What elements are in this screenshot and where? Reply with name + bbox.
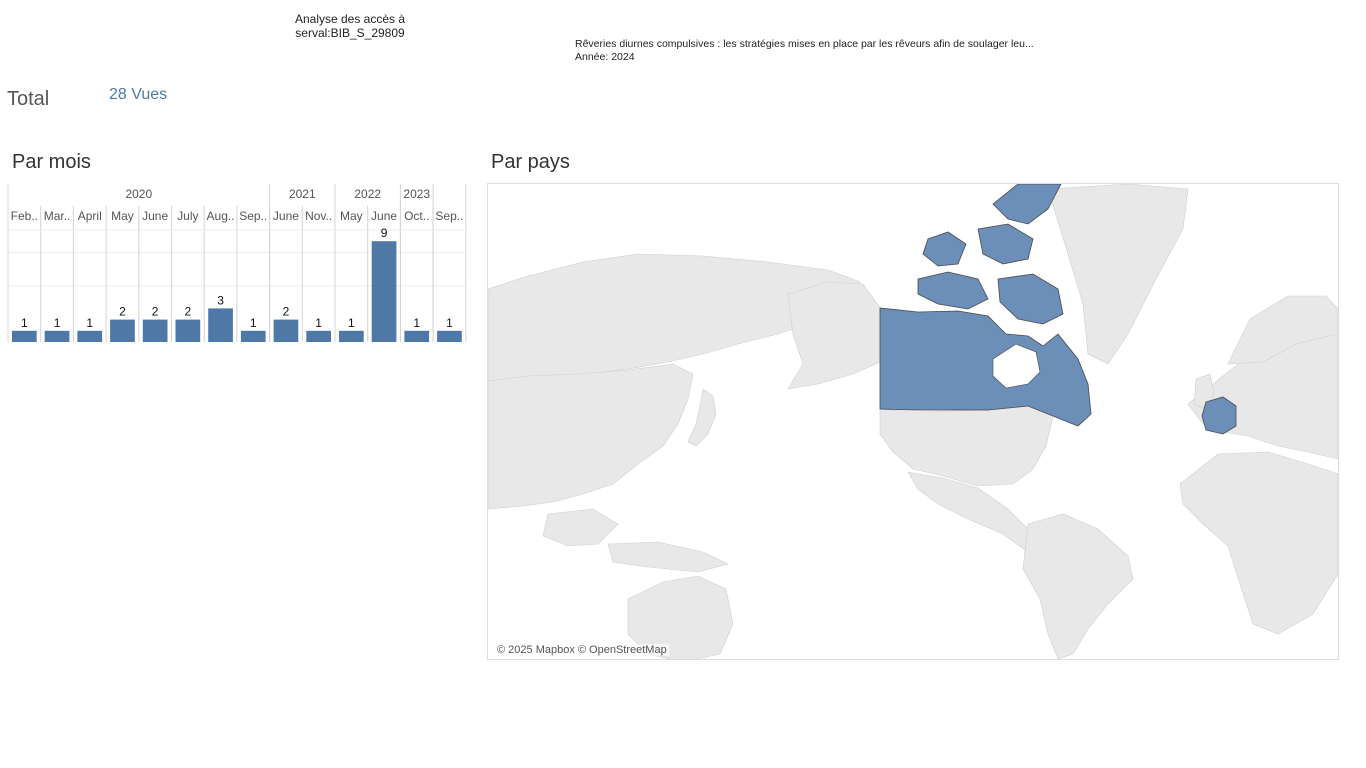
monthly-bar-chart[interactable]: 2020 2021 2022 2023 Feb.. 1 Mar.. 1 April 1 May 2 Ju…	[0, 180, 470, 350]
month-label: Oct..	[404, 209, 429, 223]
bar[interactable]	[44, 330, 70, 342]
country-section-title: Par pays	[491, 151, 570, 173]
bar[interactable]	[339, 330, 364, 342]
country-france[interactable]	[1201, 396, 1237, 435]
bar[interactable]	[371, 241, 397, 342]
month-label: July	[177, 209, 198, 223]
year-label: 2021	[289, 187, 316, 201]
year-label: 2022	[354, 187, 381, 201]
bar-value-label: 1	[413, 316, 420, 330]
month-label: Sep..	[435, 209, 463, 223]
bar-value-label: 1	[21, 316, 28, 330]
report-title-line2: serval:BIB_S_29809	[295, 26, 405, 40]
bar-value-label: 1	[86, 316, 93, 330]
bar[interactable]	[240, 330, 266, 342]
bar-value-label: 1	[315, 316, 322, 330]
bar[interactable]	[404, 330, 430, 342]
month-label: June	[142, 209, 168, 223]
bar[interactable]	[306, 330, 331, 342]
bar-value-label: 9	[381, 226, 388, 240]
month-label: June	[273, 209, 299, 223]
country-map[interactable]: © 2025 Mapbox © OpenStreetMap	[487, 183, 1339, 660]
bar-value-label: 2	[152, 305, 159, 319]
bar[interactable]	[110, 319, 135, 342]
bar[interactable]	[12, 330, 37, 342]
report-title-line1: Analyse des accès à	[294, 12, 406, 26]
year-label: 2023	[403, 187, 430, 201]
bar-value-label: 1	[54, 316, 61, 330]
month-label: Mar..	[44, 209, 71, 223]
bar[interactable]	[175, 319, 201, 342]
month-label: Aug..	[207, 209, 235, 223]
monthly-section-title: Par mois	[12, 151, 91, 173]
report-title: Analyse des accès à serval:BIB_S_29809	[270, 12, 430, 40]
month-label: Nov..	[305, 209, 332, 223]
bar[interactable]	[273, 319, 299, 342]
month-label: May	[111, 209, 134, 223]
bar-value-label: 1	[446, 316, 453, 330]
bar-value-label: 3	[217, 293, 224, 307]
bar[interactable]	[208, 308, 233, 342]
total-views-value: 28 Vues	[109, 86, 168, 103]
bar-value-label: 1	[348, 316, 355, 330]
month-label: Feb..	[11, 209, 38, 223]
month-label: May	[340, 209, 363, 223]
bar[interactable]	[77, 330, 103, 342]
total-label: Total	[7, 88, 50, 110]
month-label: June	[371, 209, 397, 223]
document-year: Année: 2024	[575, 51, 635, 63]
bar-value-label: 1	[250, 316, 257, 330]
bar[interactable]	[142, 319, 168, 342]
document-info: Rêveries diurnes compulsives : les strat…	[575, 38, 1034, 64]
bar[interactable]	[437, 330, 462, 342]
year-label: 2020	[125, 187, 152, 201]
bar-value-label: 2	[119, 305, 126, 319]
map-attribution[interactable]: © 2025 Mapbox © OpenStreetMap	[495, 644, 669, 656]
month-label: Sep..	[239, 209, 267, 223]
document-title: Rêveries diurnes compulsives : les strat…	[575, 38, 1034, 50]
world-map-svg	[488, 184, 1338, 659]
bar-value-label: 2	[185, 305, 192, 319]
bar-value-label: 2	[283, 305, 290, 319]
month-label: April	[78, 209, 102, 223]
